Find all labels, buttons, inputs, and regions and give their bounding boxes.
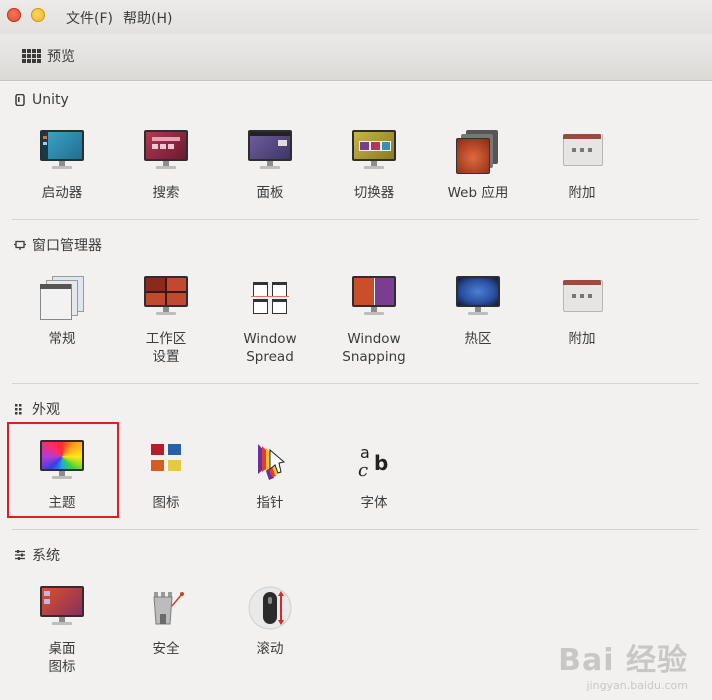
panel-icon [246, 128, 294, 176]
watermark-logo: Bai 经验 [558, 643, 688, 678]
hot-corners-icon [454, 274, 502, 322]
unity-icon [15, 94, 25, 106]
extras-icon [558, 128, 606, 176]
svg-text:c: c [358, 460, 368, 481]
title-bar: 文件(F) 帮助(H) [0, 0, 712, 34]
item-label: 滚动 [256, 641, 284, 657]
item-label: 热区 [464, 331, 492, 347]
item-label: 桌面 图标 [48, 641, 76, 675]
item-security[interactable]: 安全 [114, 584, 218, 658]
close-window-button[interactable] [7, 8, 21, 22]
menu-bar: 文件(F) 帮助(H) [66, 8, 172, 28]
item-label: 工作区 设置 [145, 331, 187, 365]
watermark-url: jingyan.baidu.com [586, 679, 688, 692]
section-title: 窗口管理器 [32, 238, 102, 254]
item-label: Window Snapping [342, 331, 406, 365]
item-search[interactable]: 搜索 [114, 128, 218, 202]
item-cursor[interactable]: 指针 [218, 438, 322, 512]
scrolling-icon [246, 584, 294, 632]
settings-content: Unity 启动器 搜索 面板 切换器 Web 应用 附加 窗口管理器 常规 工… [0, 81, 712, 700]
preview-label: 预览 [47, 49, 75, 65]
section-title: 外观 [32, 402, 60, 418]
section-divider [12, 529, 699, 530]
extras-icon [558, 274, 606, 322]
system-icon [15, 550, 25, 560]
switcher-icon [350, 128, 398, 176]
item-label: 指针 [256, 495, 284, 511]
menu-file[interactable]: 文件(F) [66, 8, 113, 28]
item-label: 面板 [256, 185, 284, 201]
section-header-system: 系统 [14, 545, 60, 565]
toolbar: 预览 [0, 34, 712, 81]
fonts-icon: a c b [350, 438, 398, 486]
item-fonts[interactable]: a c b 字体 [322, 438, 426, 512]
section-title: 系统 [32, 548, 60, 564]
general-icon [38, 274, 86, 322]
item-unity-extras[interactable]: 附加 [530, 128, 634, 202]
web-apps-icon [454, 128, 502, 176]
item-panel[interactable]: 面板 [218, 128, 322, 202]
section-header-appearance: 外观 [14, 399, 60, 419]
highlight-box [7, 422, 119, 518]
window-spread-icon [246, 274, 294, 322]
cursor-icon [246, 438, 294, 486]
item-icons[interactable]: 图标 [114, 438, 218, 512]
item-wm-extras[interactable]: 附加 [530, 274, 634, 348]
desktop-icons-icon [38, 584, 86, 632]
preview-button[interactable]: 预览 [22, 46, 75, 66]
icons-icon [142, 438, 190, 486]
item-label: 附加 [568, 185, 596, 201]
search-icon [142, 128, 190, 176]
minimize-window-button[interactable] [31, 8, 45, 22]
item-desktop-icons[interactable]: 桌面 图标 [10, 584, 114, 676]
section-divider [12, 219, 699, 220]
item-label: 字体 [360, 495, 388, 511]
item-hot-corners[interactable]: 热区 [426, 274, 530, 348]
item-label: 切换器 [353, 185, 395, 201]
item-label: Web 应用 [447, 185, 509, 201]
item-label: 附加 [568, 331, 596, 347]
menu-help[interactable]: 帮助(H) [123, 8, 172, 28]
item-label: 图标 [152, 495, 180, 511]
svg-text:b: b [374, 451, 388, 475]
workspace-icon [142, 274, 190, 322]
section-header-unity: Unity [14, 92, 69, 108]
item-window-snapping[interactable]: Window Snapping [322, 274, 426, 366]
item-workspace-settings[interactable]: 工作区 设置 [114, 274, 218, 366]
watermark: Bai 经验 jingyan.baidu.com [558, 635, 688, 692]
item-label: 安全 [152, 641, 180, 657]
item-label: 搜索 [152, 185, 180, 201]
launcher-icon [38, 128, 86, 176]
item-label: 常规 [48, 331, 76, 347]
grid-icon [22, 49, 41, 63]
item-web-apps[interactable]: Web 应用 [426, 128, 530, 202]
section-title: Unity [32, 92, 69, 108]
item-switcher[interactable]: 切换器 [322, 128, 426, 202]
item-label: Window Spread [243, 331, 297, 365]
section-header-window-manager: 窗口管理器 [14, 235, 102, 255]
window-manager-icon [14, 240, 26, 250]
item-scrolling[interactable]: 滚动 [218, 584, 322, 658]
security-icon [142, 584, 190, 632]
window-snapping-icon [350, 274, 398, 322]
item-label: 启动器 [41, 185, 83, 201]
item-general[interactable]: 常规 [10, 274, 114, 348]
item-launcher[interactable]: 启动器 [10, 128, 114, 202]
item-window-spread[interactable]: Window Spread [218, 274, 322, 366]
section-divider [12, 383, 699, 384]
appearance-icon [15, 404, 22, 415]
